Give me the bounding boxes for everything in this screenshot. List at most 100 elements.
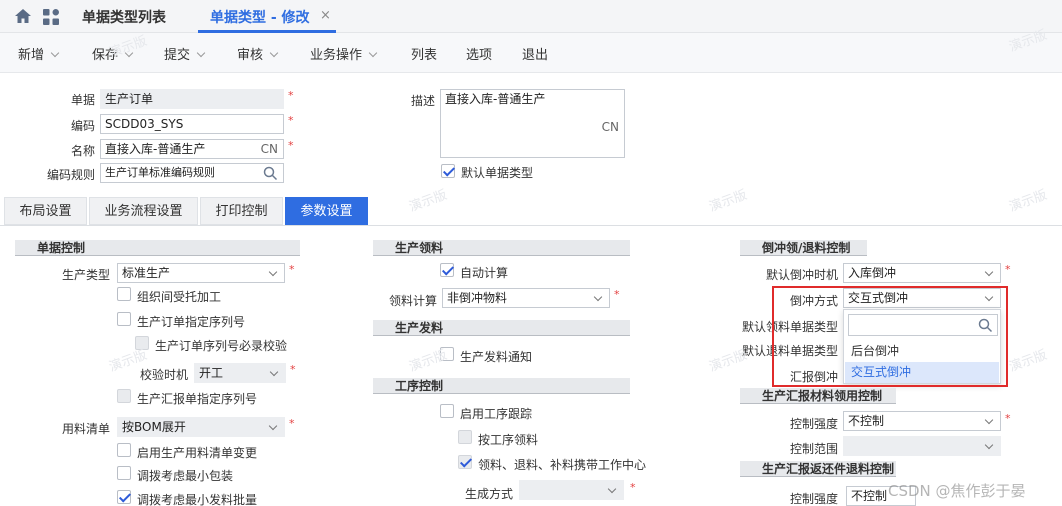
min-batch-label: 调拨考虑最小发料批量 [137,493,258,506]
section-report-return: 生产汇报返还件退料控制 [740,461,896,477]
chevron-down-icon [269,48,279,58]
order-serial-label: 生产订单指定序列号 [137,315,246,329]
submit-button[interactable]: 提交 [164,44,206,63]
chevron-down-icon [984,415,994,425]
list-button[interactable]: 列表 [411,44,437,63]
chevron-down-icon [268,267,278,277]
carry-center-label: 领料、退料、补料携带工作中心 [478,458,647,472]
watermark: 演示版 [407,347,450,376]
default-time-select[interactable]: 入库倒冲 [843,263,1001,283]
auto-calc-checkbox[interactable] [440,263,454,277]
min-pack-checkbox[interactable] [117,466,131,480]
code-field[interactable]: SCDD03_SYS [100,114,284,134]
ctrl-range-select[interactable] [843,436,1001,456]
ctrl-strength-select[interactable]: 不控制 [843,411,1001,431]
watermark: 演示版 [1007,347,1050,376]
required-mark: * [288,114,294,127]
org-entrust-label: 组织间受托加工 [137,290,222,304]
top-tab-bar: 单据类型列表 单据类型 - 修改 × [0,0,1062,33]
bom-select[interactable]: 按BOM展开 [117,417,285,437]
tab-bill-type-edit[interactable]: 单据类型 - 修改 [210,7,310,27]
default-bill-type-label: 默认单据类型 [461,166,534,180]
tab-bill-type-list[interactable]: 单据类型列表 [82,7,166,27]
audit-label: 审核 [237,48,264,63]
new-label: 新增 [18,48,45,63]
tab-divider [0,225,1062,226]
prod-type-label: 生产类型 [61,268,110,282]
section-prod-pick: 生产领料 [373,240,630,256]
chevron-down-icon [368,48,378,58]
enable-track-checkbox[interactable] [440,404,454,418]
bom-label: 用料清单 [61,422,110,436]
check-time-value: 开工 [199,366,224,380]
lang-tag: CN [601,120,619,134]
issue-notice-label: 生产发料通知 [460,350,533,364]
check-time-select[interactable]: 开工 [194,363,286,383]
exit-button[interactable]: 退出 [522,44,548,63]
new-button[interactable]: 新增 [18,44,60,63]
ctrl-strength-value: 不控制 [848,414,885,428]
desc-field[interactable]: 直接入库-普通生产 CN [440,89,625,158]
apps-icon[interactable] [42,8,60,26]
chevron-down-icon [593,292,603,302]
lang-tag: CN [260,142,278,156]
watermark: 演示版 [707,187,750,216]
code-rule-field[interactable]: 生产订单标准编码规则 [100,163,284,183]
bom-value: 按BOM展开 [122,420,186,434]
section-prod-issue: 生产发料 [373,320,630,336]
default-time-value: 入库倒冲 [848,266,897,280]
required-mark: * [289,417,295,430]
audit-button[interactable]: 审核 [237,44,279,63]
default-bill-type-checkbox[interactable] [441,164,455,178]
by-process-checkbox[interactable] [458,430,472,444]
carry-center-checkbox[interactable] [458,455,472,469]
chevron-down-icon [984,440,994,450]
report-serial-label: 生产汇报单指定序列号 [137,392,258,406]
options-button[interactable]: 选项 [466,44,492,63]
business-label: 业务操作 [310,48,363,63]
enable-track-label: 启用工序跟踪 [460,407,533,421]
pick-calc-label: 领料计算 [388,294,437,308]
chevron-down-icon [268,421,278,431]
chevron-down-icon [196,48,206,58]
search-icon[interactable] [263,166,278,181]
tab-business-flow[interactable]: 业务流程设置 [89,197,198,225]
highlight-box [772,286,1008,387]
section-bill-control: 单据控制 [15,240,300,256]
bill-label: 单据 [70,93,95,107]
csdn-watermark: CSDN @焦作彭于晏 [888,482,1026,500]
prod-type-select[interactable]: 标准生产 [117,263,285,283]
ctrl-strength-label: 控制强度 [789,417,838,431]
by-process-label: 按工序领料 [478,433,539,447]
section-backflush: 倒冲领/退料控制 [740,240,867,256]
min-batch-checkbox[interactable] [117,490,131,504]
ctrl-strength2-label: 控制强度 [789,492,838,506]
chevron-down-icon [269,367,279,377]
close-tab-icon[interactable]: × [320,8,331,23]
required-mark: * [289,263,295,276]
required-mark: * [1005,412,1011,425]
tab-layout[interactable]: 布局设置 [4,197,87,225]
chevron-down-icon [607,484,617,494]
home-icon[interactable] [14,8,32,24]
gen-method-select[interactable] [519,480,624,500]
name-field[interactable]: 直接入库-普通生产 CN [100,139,284,159]
name-value: 直接入库-普通生产 [105,142,206,156]
code-label: 编码 [70,119,95,133]
section-report-pick: 生产汇报材料领用控制 [740,388,896,404]
business-operation-button[interactable]: 业务操作 [310,44,378,63]
pick-calc-select[interactable]: 非倒冲物料 [442,288,610,308]
order-serial-checkbox[interactable] [117,312,131,326]
required-mark: * [288,89,294,102]
default-time-label: 默认倒冲时机 [765,268,838,282]
enable-change-checkbox[interactable] [117,443,131,457]
tab-param-settings[interactable]: 参数设置 [285,197,368,225]
tab-print-control[interactable]: 打印控制 [200,197,283,225]
chevron-down-icon [984,267,994,277]
required-mark: * [290,363,296,376]
serial-required-label: 生产订单序列号必录校验 [155,339,288,353]
required-mark: * [288,139,294,152]
report-serial-checkbox[interactable] [117,389,131,403]
desc-label: 描述 [410,94,435,108]
org-entrust-checkbox[interactable] [117,287,131,301]
